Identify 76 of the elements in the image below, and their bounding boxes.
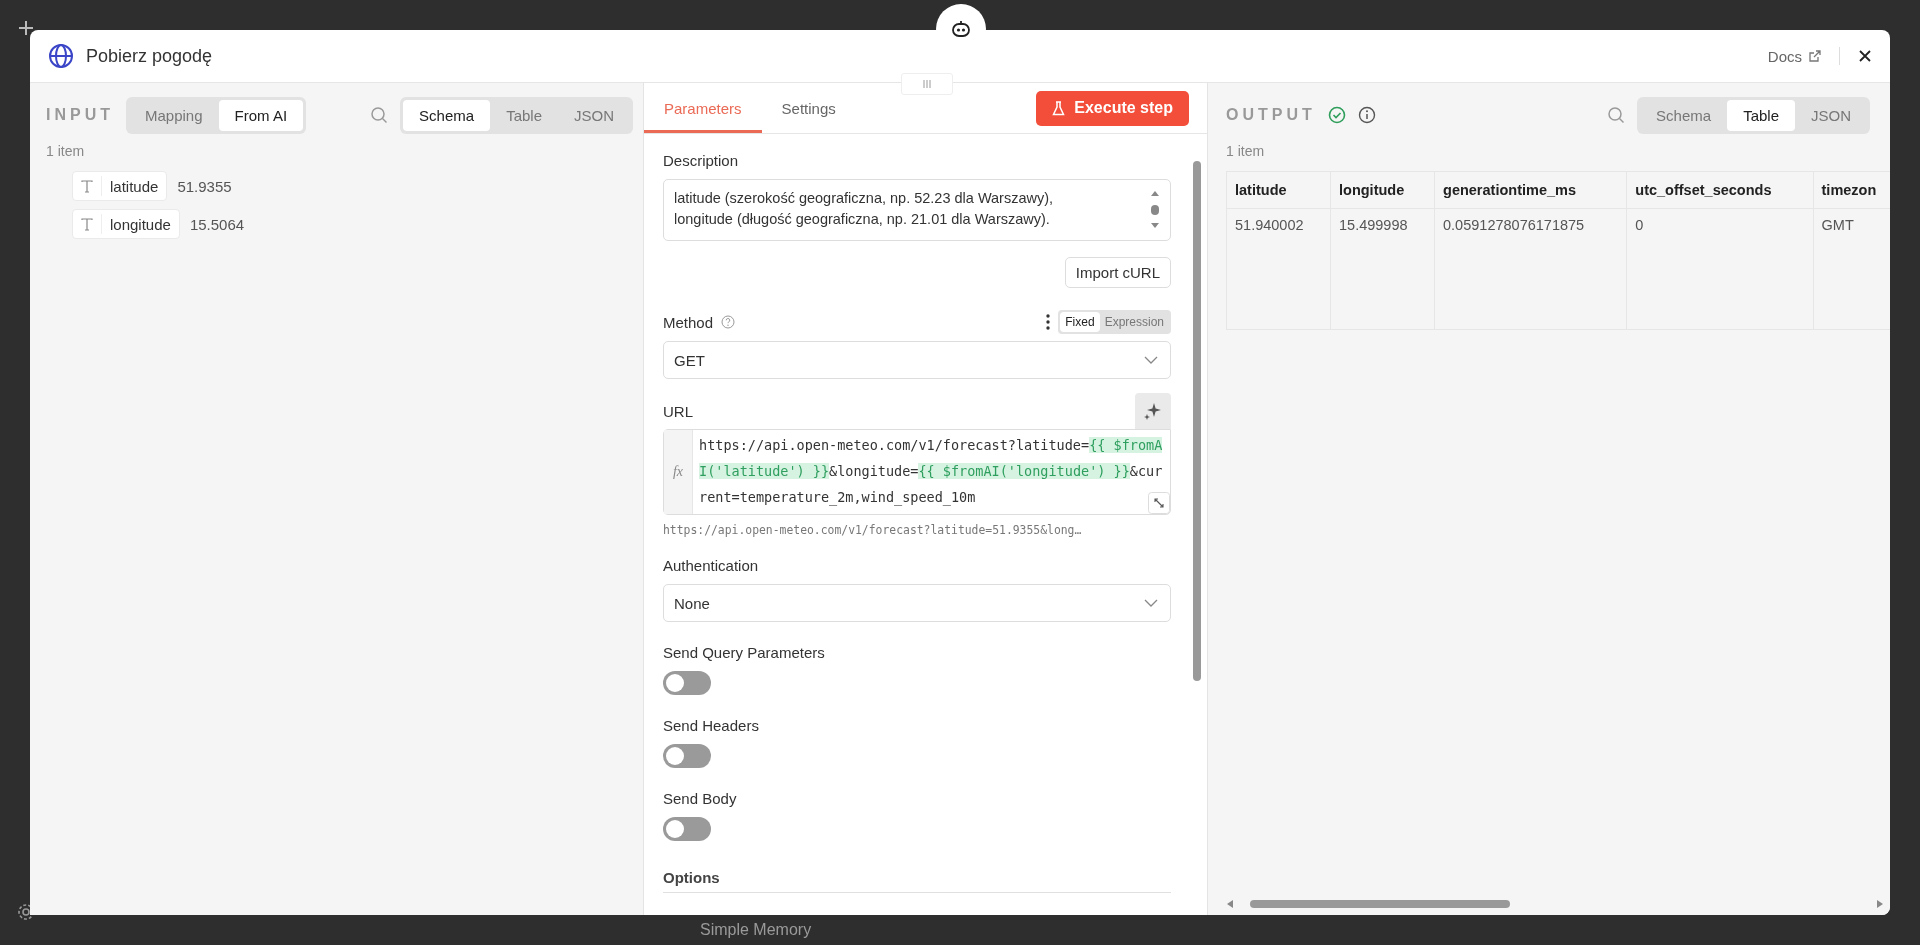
section-heading: Options	[663, 869, 721, 886]
toggle-switch[interactable]	[663, 744, 711, 768]
toggle-switch[interactable]	[663, 671, 711, 695]
info-icon[interactable]	[1357, 106, 1376, 124]
field-chip[interactable]: longitude	[72, 209, 180, 239]
field-label: Authentication	[663, 557, 760, 574]
view-tab[interactable]: Table	[1727, 99, 1795, 131]
url-preview: https://api.open-meteo.com/v1/forecast?latitude=51.9355&long…	[663, 523, 1083, 537]
external-link-icon	[1808, 49, 1821, 63]
scrollbar-thumb[interactable]	[1250, 900, 1510, 908]
view-tab[interactable]: JSON	[1795, 99, 1867, 131]
description-text: longitude (długość geograficzna, np. 21.01 dla Warszawy).	[674, 210, 1051, 229]
table-cell: 0	[1626, 208, 1814, 330]
value-mode-tab[interactable]: Expression	[1099, 312, 1169, 332]
authentication-select[interactable]: None	[663, 584, 1171, 622]
field-value: 51.9355	[177, 177, 232, 195]
globe-icon	[48, 43, 74, 69]
plus-icon[interactable]	[16, 18, 36, 38]
value-mode-tab[interactable]: Fixed	[1060, 312, 1100, 332]
column-header: utc_offset_seconds	[1626, 171, 1814, 209]
search-icon[interactable]	[370, 106, 389, 124]
chevron-down-icon	[1144, 356, 1158, 364]
scroll-left-icon[interactable]	[1226, 899, 1234, 909]
scrollbar-thumb[interactable]	[1193, 161, 1201, 681]
field-label: URL	[663, 402, 693, 420]
field-label: Method	[663, 313, 714, 331]
panel-label: INPUT	[46, 106, 114, 124]
field-label: Send Query Parameters	[663, 644, 826, 661]
node-label: Simple Memory	[700, 921, 812, 939]
docs-link[interactable]: Docs	[1767, 47, 1821, 65]
column-header: generationtime_ms	[1434, 171, 1627, 209]
text-type-icon	[81, 179, 93, 193]
description-field[interactable]: latitude (szerokość geograficzna, np. 52.23 dla Warszawy), longitude (długość geograficzna, np. 21.01 dla Warszawy).	[663, 179, 1171, 241]
column-header: longitude	[1330, 171, 1435, 209]
table-cell: 51.940002	[1226, 208, 1331, 330]
toggle-switch[interactable]	[663, 817, 711, 841]
search-icon[interactable]	[1607, 106, 1626, 124]
flask-icon	[1052, 100, 1066, 116]
expand-icon[interactable]	[1148, 492, 1170, 514]
view-tab[interactable]: Schema	[1640, 99, 1728, 131]
field-chip[interactable]: latitude	[72, 171, 168, 201]
item-count: 1 item	[1226, 143, 1266, 159]
chevron-down-icon	[1144, 599, 1158, 607]
import-curl-button[interactable]: Import cURL	[1064, 257, 1171, 288]
scroll-right-icon[interactable]	[1876, 899, 1884, 909]
method-select[interactable]: GET	[663, 341, 1171, 379]
mode-tab[interactable]: Mapping	[129, 99, 219, 131]
view-tab[interactable]: JSON	[558, 99, 630, 131]
column-header: timezon	[1813, 171, 1890, 209]
scrollbar-arrows-icon	[1150, 190, 1160, 230]
more-options-icon[interactable]	[1046, 314, 1051, 330]
close-icon[interactable]	[1858, 49, 1872, 63]
dialog-title: Pobierz pogodę	[86, 45, 213, 67]
panel-tab[interactable]: Settings	[761, 83, 856, 133]
panel-label: OUTPUT	[1226, 106, 1316, 124]
help-icon[interactable]	[721, 315, 736, 329]
field-label: Send Headers	[663, 717, 760, 734]
grip-icon	[922, 79, 932, 89]
fx-label: fx	[664, 430, 693, 514]
ai-sparkle-button[interactable]	[1135, 393, 1171, 429]
execute-step-button[interactable]: Execute step	[1036, 90, 1189, 126]
field-label: Description	[663, 152, 740, 169]
url-expression-text: https://api.open-meteo.com/v1/forecast?latitude={{ $fromAI('latitude') }}&longitude={{ $fromAI('longitude') }}&current=temperature_2m,wind_speed_10m	[698, 436, 1164, 508]
table-cell: 15.499998	[1330, 208, 1435, 330]
view-tab[interactable]: Schema	[403, 99, 491, 131]
url-expression-field[interactable]: fx https://api.open-meteo.com/v1/forecast?latitude={{ $fromAI('latitude') }}&longitude={{ $fromAI('longitude') }}&current=temperature_2m,wind_speed_10m	[663, 429, 1171, 515]
description-text: latitude (szerokość geograficzna, np. 52.23 dla Warszawy),	[674, 189, 1055, 208]
table-cell: 0.0591278076171875	[1434, 208, 1627, 330]
column-header: latitude	[1226, 171, 1331, 209]
item-count: 1 item	[46, 143, 86, 159]
drag-handle[interactable]	[901, 73, 953, 95]
mode-tab[interactable]: From AI	[218, 99, 304, 131]
text-type-icon	[81, 217, 93, 231]
field-value: 15.5064	[189, 215, 245, 233]
view-tab[interactable]: Table	[490, 99, 558, 131]
field-label: Send Body	[663, 790, 738, 807]
